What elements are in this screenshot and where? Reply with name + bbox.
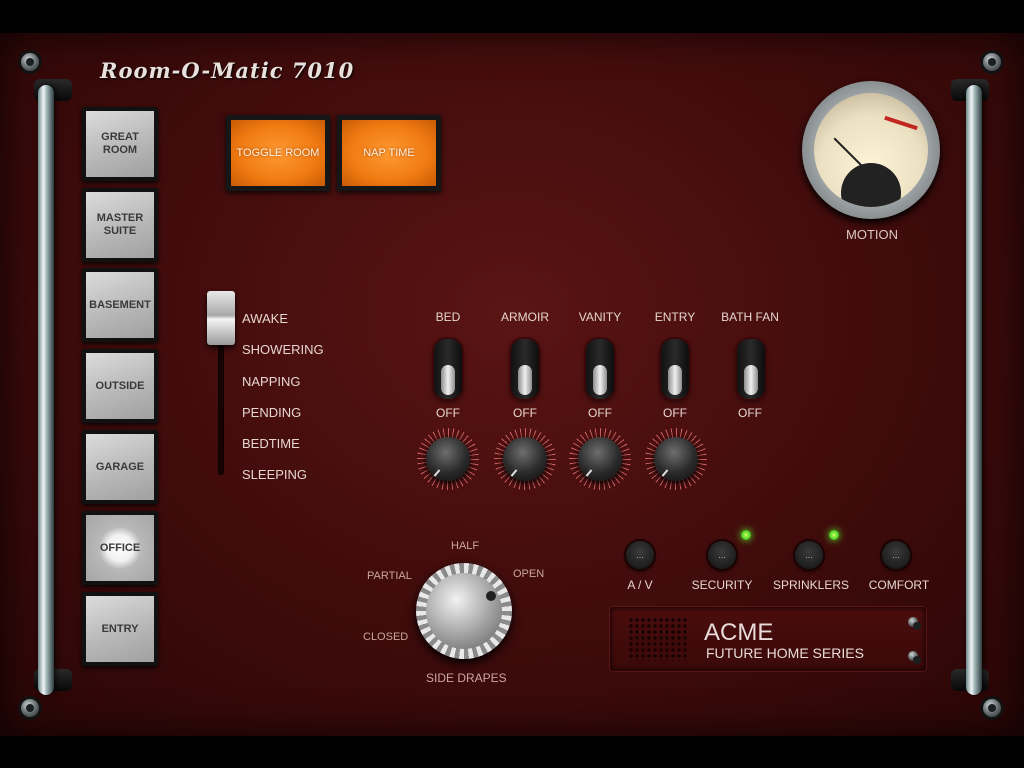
room-button-entry[interactable]: ENTRY — [82, 592, 158, 666]
toggle-lever-icon — [518, 365, 532, 395]
sprinklers-label: SPRINKLERS — [772, 578, 850, 592]
security-button[interactable]: ... — [708, 541, 736, 569]
knob-cap — [426, 573, 502, 649]
room-button-label: GARAGE — [86, 434, 154, 500]
toggle-lever-icon — [441, 365, 455, 395]
security-label: SECURITY — [691, 578, 753, 592]
screw-icon — [908, 617, 921, 630]
nap-time-label: NAP TIME — [342, 120, 436, 186]
entry-dimmer-knob[interactable] — [645, 428, 707, 490]
switch-state-bath-fan: OFF — [738, 406, 762, 420]
mode-label-bedtime[interactable]: BEDTIME — [242, 436, 300, 451]
entry-toggle-switch[interactable] — [661, 339, 689, 399]
switch-label-vanity: VANITY — [578, 310, 622, 324]
switch-state-vanity: OFF — [588, 406, 612, 420]
toggle-room-button[interactable]: TOGGLE ROOM — [226, 115, 330, 191]
switch-label-bath-fan: BATH FAN — [721, 310, 779, 324]
screw-icon — [21, 53, 39, 71]
app-title: Room-O-Matic 7010 — [100, 58, 355, 83]
brand-series: FUTURE HOME SERIES — [706, 645, 864, 661]
room-button-label: OUTSIDE — [86, 353, 154, 419]
vanity-toggle-switch[interactable] — [586, 339, 614, 399]
mode-slider-thumb[interactable] — [207, 291, 235, 345]
vanity-dimmer-knob[interactable] — [569, 428, 631, 490]
screw-icon — [983, 53, 1001, 71]
motion-label: MOTION — [846, 227, 898, 242]
mode-label-awake[interactable]: AWAKE — [242, 311, 288, 326]
bed-toggle-switch[interactable] — [434, 339, 462, 399]
room-button-label: OFFICE — [86, 515, 154, 581]
meter-face — [814, 93, 928, 207]
switch-state-bed: OFF — [436, 406, 460, 420]
room-button-garage[interactable]: GARAGE — [82, 430, 158, 504]
side-drapes-knob[interactable] — [416, 563, 512, 659]
mode-label-showering[interactable]: SHOWERING — [242, 342, 324, 357]
toggle-room-label: TOGGLE ROOM — [231, 120, 325, 186]
room-button-master-suite[interactable]: MASTER SUITE — [82, 188, 158, 262]
knob-indicator-icon — [486, 591, 496, 601]
switch-state-entry: OFF — [663, 406, 687, 420]
bath-fan-toggle-switch[interactable] — [737, 339, 765, 399]
screw-icon — [908, 651, 921, 664]
room-button-office[interactable]: OFFICE — [82, 511, 158, 585]
switch-label-bed: BED — [435, 310, 461, 324]
bed-dimmer-knob[interactable] — [417, 428, 479, 490]
room-button-outside[interactable]: OUTSIDE — [82, 349, 158, 423]
drapes-closed-label[interactable]: CLOSED — [363, 631, 408, 643]
armoir-toggle-switch[interactable] — [511, 339, 539, 399]
nap-time-button[interactable]: NAP TIME — [337, 115, 441, 191]
room-button-label: MASTER SUITE — [86, 192, 154, 258]
room-button-label: BASEMENT — [86, 272, 154, 338]
acme-nameplate: ACME FUTURE HOME SERIES — [610, 607, 926, 671]
comfort-button[interactable]: ... — [882, 541, 910, 569]
av-button[interactable]: ... — [626, 541, 654, 569]
mode-label-napping[interactable]: NAPPING — [242, 374, 301, 389]
toggle-lever-icon — [744, 365, 758, 395]
mode-slider-track[interactable] — [218, 345, 224, 475]
comfort-label: COMFORT — [868, 578, 930, 592]
security-led-indicator — [741, 530, 751, 540]
room-button-label: ENTRY — [86, 596, 154, 662]
drapes-half-label[interactable]: HALF — [451, 540, 479, 552]
brand-name: ACME — [704, 619, 774, 646]
armoir-dimmer-knob[interactable] — [494, 428, 556, 490]
side-drapes-label: SIDE DRAPES — [426, 671, 507, 685]
toggle-lever-icon — [593, 365, 607, 395]
sprinklers-led-indicator — [829, 530, 839, 540]
meter-red-zone — [884, 115, 918, 131]
left-handle — [38, 85, 54, 695]
drapes-open-label[interactable]: OPEN — [513, 568, 544, 580]
switch-label-entry: ENTRY — [654, 310, 696, 324]
motion-meter — [802, 81, 940, 219]
room-button-basement[interactable]: BASEMENT — [82, 268, 158, 342]
screw-icon — [21, 699, 39, 717]
mode-label-sleeping[interactable]: SLEEPING — [242, 467, 307, 482]
screw-icon — [983, 699, 1001, 717]
sprinklers-button[interactable]: ... — [795, 541, 823, 569]
meter-hub — [841, 163, 901, 207]
right-handle — [966, 85, 982, 695]
control-panel: Room-O-Matic 7010 GREAT ROOM MASTER SUIT… — [0, 33, 1024, 736]
switch-label-armoir: ARMOIR — [501, 310, 549, 324]
drapes-partial-label[interactable]: PARTIAL — [367, 570, 412, 582]
toggle-lever-icon — [668, 365, 682, 395]
room-button-great-room[interactable]: GREAT ROOM — [82, 107, 158, 181]
room-button-label: GREAT ROOM — [86, 111, 154, 177]
switch-state-armoir: OFF — [513, 406, 537, 420]
mode-label-pending[interactable]: PENDING — [242, 405, 301, 420]
speaker-grille-icon — [628, 617, 688, 661]
